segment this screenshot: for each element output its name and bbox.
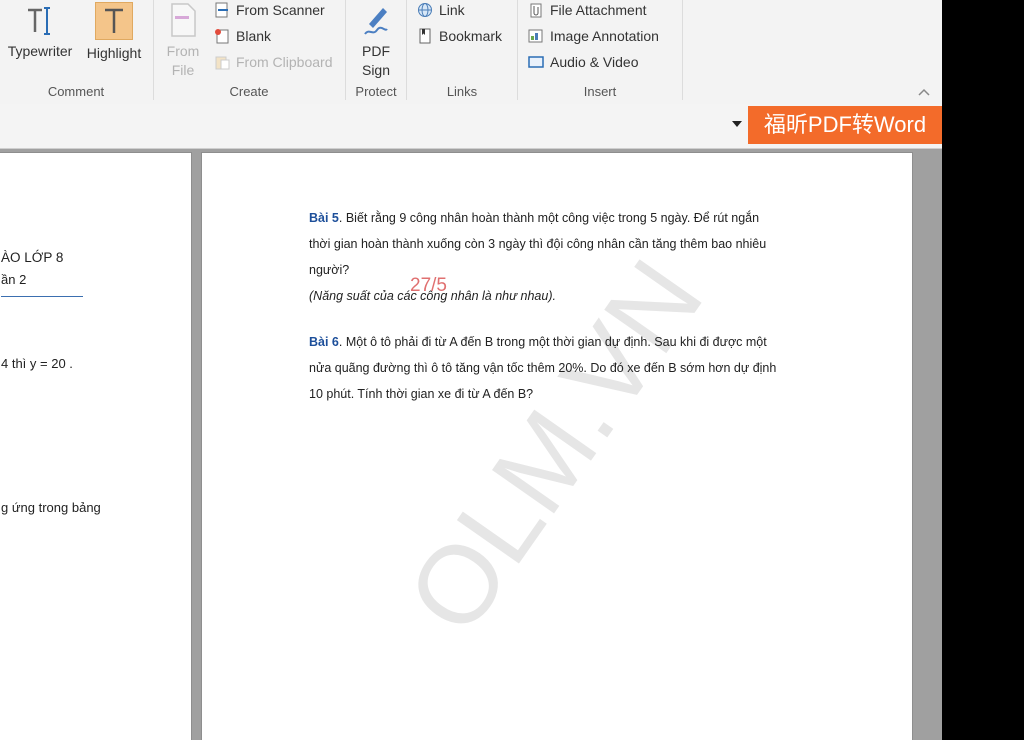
pdf-page-left: ÀO LỚP 8 ần 2 4 thì y = 20 . g ứng trong… (0, 152, 192, 740)
from-file-label-2: File (171, 62, 195, 78)
image-annotation-label: Image Annotation (550, 28, 659, 44)
file-attachment-button[interactable]: File Attachment (528, 0, 647, 21)
highlight-label: Highlight (86, 45, 142, 61)
problem-6-label: Bài 6 (309, 335, 339, 349)
create-group-label: Create (229, 84, 269, 99)
typewriter-button[interactable]: Typewriter (2, 2, 78, 61)
insert-group-label: Insert (583, 84, 617, 99)
pen-sign-icon (364, 8, 388, 35)
links-group: Link Bookmark Links (407, 0, 517, 104)
bookmark-label: Bookmark (439, 28, 503, 44)
image-icon (528, 28, 544, 44)
page-text: 4 thì y = 20 . (1, 356, 73, 371)
pdf-sign-label-2: Sign (361, 62, 391, 78)
comment-group: Typewriter Highlight Comment (0, 0, 152, 104)
problem-5-text: người? (309, 263, 350, 277)
highlight-button[interactable]: Highlight (84, 2, 144, 63)
audio-video-button[interactable]: Audio & Video (528, 51, 638, 73)
secondary-toolbar: 福昕PDF转Word (0, 104, 942, 149)
paperclip-icon (528, 2, 544, 18)
from-scanner-label: From Scanner (236, 2, 325, 18)
pdf-to-word-button[interactable]: 福昕PDF转Word (748, 106, 942, 144)
ribbon: Typewriter Highlight Comment From File F… (0, 0, 942, 105)
clipboard-icon (214, 54, 230, 70)
protect-group: PDF Sign Protect (346, 0, 406, 104)
pdf-page-right: OLM.VN Bài 5. Biết rằng 9 công nhân hoàn… (201, 152, 913, 740)
bookmark-icon (417, 28, 433, 44)
globe-link-icon (417, 2, 433, 18)
file-icon (171, 3, 196, 37)
divider (1, 296, 83, 297)
links-group-label: Links (446, 84, 478, 99)
create-group: From File From Scanner Blank From Clipbo… (154, 0, 344, 104)
problem-6: Bài 6. Một ô tô phải đi từ A đến B trong… (309, 329, 839, 407)
blank-page-icon (214, 28, 230, 44)
pdf-editor-window: Typewriter Highlight Comment From File F… (0, 0, 942, 740)
link-button[interactable]: Link (417, 0, 465, 21)
file-attachment-label: File Attachment (550, 2, 647, 18)
from-file-button[interactable]: From File (158, 2, 208, 80)
problem-5-text: thời gian hoàn thành xuống còn 3 ngày th… (309, 237, 767, 251)
problem-5: Bài 5. Biết rằng 9 công nhân hoàn thành … (309, 205, 839, 309)
comment-group-label: Comment (47, 84, 105, 99)
insert-group: File Attachment Image Annotation Audio &… (518, 0, 682, 104)
typewriter-icon (28, 7, 50, 35)
problem-6-text: 10 phút. Tính thời gian xe đi từ A đến B… (309, 387, 534, 401)
typewriter-label: Typewriter (7, 43, 73, 59)
pdf-sign-button[interactable]: PDF Sign (350, 2, 402, 80)
problem-5-text: . Biết rằng 9 công nhân hoàn thành một c… (338, 211, 760, 225)
video-icon (528, 54, 544, 70)
blank-button[interactable]: Blank (214, 25, 271, 47)
chevron-up-icon[interactable] (918, 84, 930, 96)
protect-group-label: Protect (355, 84, 397, 99)
bookmark-button[interactable]: Bookmark (417, 25, 502, 47)
handwritten-annotation[interactable]: 27/5 (410, 275, 447, 297)
from-file-label-1: From (166, 43, 200, 59)
from-scanner-button[interactable]: From Scanner (214, 0, 325, 21)
pdf-sign-label-1: PDF (362, 43, 390, 59)
from-clipboard-label: From Clipboard (236, 54, 333, 70)
blank-label: Blank (236, 28, 272, 44)
image-annotation-button[interactable]: Image Annotation (528, 25, 659, 47)
dropdown-arrow-icon[interactable] (732, 121, 742, 127)
separator (682, 0, 683, 100)
from-clipboard-button[interactable]: From Clipboard (214, 51, 332, 73)
problem-5-label: Bài 5 (309, 211, 339, 225)
scanner-icon (214, 2, 230, 18)
page-text: ÀO LỚP 8 (1, 250, 64, 265)
link-label: Link (439, 2, 465, 18)
problem-6-text: nửa quãng đường thì ô tô tăng vận tốc th… (309, 361, 777, 375)
highlight-icon (95, 2, 133, 40)
problem-6-text: . Một ô tô phải đi từ A đến B trong một … (338, 335, 767, 349)
audio-video-label: Audio & Video (550, 54, 639, 70)
page-text: ần 2 (1, 272, 27, 287)
page-text: g ứng trong bảng (1, 500, 101, 515)
